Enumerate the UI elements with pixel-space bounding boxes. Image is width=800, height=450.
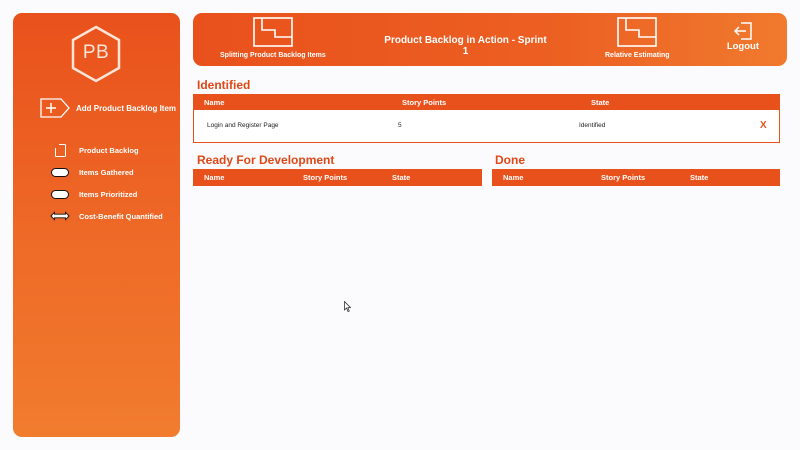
splitting-backlog-items-label: Splitting Product Backlog Items bbox=[220, 52, 326, 59]
relative-estimating-button[interactable]: Relative Estimating bbox=[605, 17, 670, 59]
column-header-story-points: Story Points bbox=[601, 173, 646, 182]
sidebar-nav: Product Backlog Items Gathered Items Pri… bbox=[50, 139, 163, 227]
identified-table: Name Story Points State Login and Regist… bbox=[193, 94, 780, 143]
delete-row-button[interactable]: X bbox=[760, 120, 767, 131]
double-arrow-icon bbox=[50, 211, 70, 221]
column-header-name: Name bbox=[204, 98, 225, 107]
table-row[interactable]: Login and Register Page 5 Identified X bbox=[194, 110, 779, 142]
split-square-icon bbox=[617, 17, 658, 47]
column-header-name: Name bbox=[204, 173, 225, 182]
column-header-story-points: Story Points bbox=[402, 98, 447, 107]
sidebar-item-label: Items Gathered bbox=[79, 167, 134, 177]
logout-icon bbox=[733, 22, 752, 40]
sidebar-item-label: Cost-Benefit Quantified bbox=[79, 211, 163, 221]
add-item-label: Add Product Backlog Item bbox=[76, 103, 177, 113]
sidebar-item-cost-benefit-quantified[interactable]: Cost-Benefit Quantified bbox=[50, 205, 163, 227]
table-header: Name Story Points State bbox=[493, 170, 779, 185]
table-header: Name Story Points State bbox=[194, 170, 481, 185]
column-header-state: State bbox=[690, 173, 709, 182]
column-header-state: State bbox=[392, 173, 411, 182]
document-icon bbox=[54, 143, 66, 157]
pill-icon bbox=[51, 189, 69, 199]
sidebar-item-items-prioritized[interactable]: Items Prioritized bbox=[50, 183, 163, 205]
sidebar-item-label: Items Prioritized bbox=[79, 189, 138, 199]
row-name: Login and Register Page bbox=[207, 122, 279, 129]
sidebar-item-items-gathered[interactable]: Items Gathered bbox=[50, 161, 163, 183]
done-table: Name Story Points State bbox=[492, 169, 780, 186]
header-bar: Splitting Product Backlog Items Product … bbox=[193, 13, 787, 66]
column-header-state: State bbox=[591, 98, 610, 107]
add-product-backlog-item-button[interactable]: Add Product Backlog Item bbox=[40, 98, 176, 118]
logout-label: Logout bbox=[726, 41, 759, 52]
done-title: Done bbox=[495, 153, 525, 167]
column-header-name: Name bbox=[503, 173, 524, 182]
table-header: Name Story Points State bbox=[194, 95, 779, 110]
relative-estimating-label: Relative Estimating bbox=[605, 52, 670, 59]
column-header-story-points: Story Points bbox=[303, 173, 348, 182]
sidebar-item-product-backlog[interactable]: Product Backlog bbox=[50, 139, 163, 161]
add-item-icon bbox=[40, 98, 70, 118]
logo-text: PB bbox=[82, 42, 110, 63]
logout-button[interactable]: Logout bbox=[727, 22, 759, 52]
ready-for-development-title: Ready For Development bbox=[197, 153, 335, 167]
identified-title: Identified bbox=[197, 78, 251, 92]
sidebar: PB Add Product Backlog Item Product Back… bbox=[13, 13, 180, 437]
row-state: Identified bbox=[579, 122, 606, 129]
ready-table: Name Story Points State bbox=[193, 169, 482, 186]
pb-logo: PB bbox=[70, 25, 122, 83]
mouse-cursor-icon bbox=[344, 301, 351, 312]
sidebar-item-label: Product Backlog bbox=[79, 145, 139, 155]
row-story-points: 5 bbox=[398, 122, 402, 129]
pill-icon bbox=[51, 167, 69, 177]
page-title: Product Backlog in Action - Sprint 1 bbox=[384, 35, 547, 57]
splitting-backlog-items-button[interactable]: Splitting Product Backlog Items bbox=[220, 17, 326, 59]
split-square-icon bbox=[253, 17, 293, 47]
